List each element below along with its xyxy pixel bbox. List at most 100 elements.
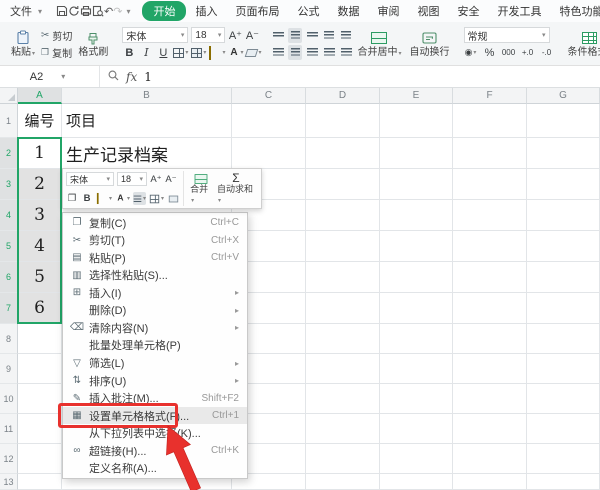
column-header-A[interactable]: A bbox=[18, 88, 62, 104]
row-header-7[interactable]: 7 bbox=[0, 293, 18, 324]
italic-button[interactable]: I bbox=[139, 45, 153, 60]
cell-G13[interactable] bbox=[527, 474, 600, 490]
cell-C2[interactable] bbox=[232, 138, 306, 169]
name-box[interactable]: A2 ▾ bbox=[0, 66, 100, 87]
cell-D1[interactable] bbox=[306, 104, 380, 138]
cell-A1[interactable]: 编号 bbox=[18, 104, 62, 138]
cell-E10[interactable] bbox=[380, 384, 453, 414]
menu-item-选择性粘贴[interactable]: ▥选择性粘贴(S)... bbox=[63, 267, 247, 285]
menu-item-批量处理单元格[interactable]: 批量处理单元格(P) bbox=[63, 337, 247, 355]
number-format-select[interactable]: 常规▾ bbox=[464, 27, 550, 43]
row-header-2[interactable]: 2 bbox=[0, 138, 18, 169]
cell-E6[interactable] bbox=[380, 262, 453, 293]
cell-A2[interactable]: 1 bbox=[18, 138, 62, 169]
row-header-6[interactable]: 6 bbox=[0, 262, 18, 293]
mini-fill-color-button[interactable]: ▾ bbox=[96, 192, 112, 205]
menu-item-插入批注[interactable]: ✎插入批注(M)...Shift+F2 bbox=[63, 389, 247, 407]
cell-G5[interactable] bbox=[527, 231, 600, 262]
row-header-1[interactable]: 1 bbox=[0, 104, 18, 138]
cell-D7[interactable] bbox=[306, 293, 380, 324]
cell-G6[interactable] bbox=[527, 262, 600, 293]
select-all-corner[interactable] bbox=[0, 88, 18, 104]
row-header-3[interactable]: 3 bbox=[0, 169, 18, 200]
mini-eraser-button[interactable] bbox=[167, 192, 179, 205]
align-left-icon[interactable] bbox=[271, 45, 285, 60]
align-middle-icon[interactable] bbox=[288, 28, 302, 43]
menu-item-粘贴[interactable]: ▤粘贴(P)Ctrl+V bbox=[63, 249, 247, 267]
cell-G1[interactable] bbox=[527, 104, 600, 138]
cell-E9[interactable] bbox=[380, 354, 453, 384]
decrease-font-icon[interactable]: A⁻ bbox=[245, 28, 259, 43]
tab-安全[interactable]: 安全 bbox=[448, 1, 488, 21]
mini-decrease-font-icon[interactable]: A⁻ bbox=[165, 173, 177, 186]
cell-D4[interactable] bbox=[306, 200, 380, 231]
mini-bold-button[interactable]: B bbox=[81, 192, 93, 205]
cell-F9[interactable] bbox=[453, 354, 527, 384]
print-icon[interactable] bbox=[80, 3, 92, 19]
cell-F5[interactable] bbox=[453, 231, 527, 262]
cell-A10[interactable] bbox=[18, 384, 62, 414]
format-painter-button[interactable]: 格式刷 bbox=[74, 28, 112, 60]
row-header-12[interactable]: 12 bbox=[0, 444, 18, 474]
underline-button[interactable]: U bbox=[156, 45, 170, 60]
cell-D5[interactable] bbox=[306, 231, 380, 262]
cell-F3[interactable] bbox=[453, 169, 527, 200]
redo-icon[interactable]: ↷ bbox=[113, 3, 122, 19]
cell-E4[interactable] bbox=[380, 200, 453, 231]
menu-item-从下拉列表中选择[interactable]: 从下拉列表中选择(K)... bbox=[63, 424, 247, 442]
cell-D13[interactable] bbox=[306, 474, 380, 490]
paste-button[interactable]: 粘贴▾ bbox=[7, 28, 39, 60]
cell-E8[interactable] bbox=[380, 324, 453, 354]
cell-B1[interactable]: 项目 bbox=[62, 104, 232, 138]
cell-F13[interactable] bbox=[453, 474, 527, 490]
cell-F6[interactable] bbox=[453, 262, 527, 293]
currency-style-button[interactable]: ◉▾ bbox=[464, 45, 478, 60]
cell-E5[interactable] bbox=[380, 231, 453, 262]
cell-A11[interactable] bbox=[18, 414, 62, 444]
cell-A8[interactable] bbox=[18, 324, 62, 354]
cell-F11[interactable] bbox=[453, 414, 527, 444]
cell-D9[interactable] bbox=[306, 354, 380, 384]
print-preview-icon[interactable] bbox=[92, 3, 104, 19]
comma-style-button[interactable]: 000 bbox=[502, 45, 516, 60]
merge-center-button[interactable]: 合并居中▾ bbox=[353, 28, 405, 60]
menu-item-剪切[interactable]: ✂剪切(T)Ctrl+X bbox=[63, 232, 247, 250]
cut-button[interactable]: ✂ 剪切 bbox=[39, 28, 74, 43]
tab-开始[interactable]: 开始 bbox=[142, 1, 186, 21]
tab-开发工具[interactable]: 开发工具 bbox=[488, 1, 550, 21]
mini-format-painter-icon[interactable]: ❐ bbox=[66, 192, 78, 205]
menu-item-清除内容[interactable]: ⌫清除内容(N)▸ bbox=[63, 319, 247, 337]
row-header-9[interactable]: 9 bbox=[0, 354, 18, 384]
font-size-select[interactable]: 18▾ bbox=[191, 27, 225, 43]
copy-button[interactable]: ❐ 复制 bbox=[39, 45, 74, 60]
cell-A9[interactable] bbox=[18, 354, 62, 384]
fx-icon[interactable]: fx bbox=[126, 70, 137, 84]
conditional-format-button[interactable]: 条件格式▾ bbox=[564, 28, 600, 60]
row-header-5[interactable]: 5 bbox=[0, 231, 18, 262]
cell-D6[interactable] bbox=[306, 262, 380, 293]
increase-font-icon[interactable]: A⁺ bbox=[228, 28, 242, 43]
file-chevron-icon[interactable]: ▾ bbox=[38, 7, 42, 16]
cell-G4[interactable] bbox=[527, 200, 600, 231]
row-header-11[interactable]: 11 bbox=[0, 414, 18, 444]
font-name-select[interactable]: 宋体▾ bbox=[122, 27, 188, 43]
cell-B2[interactable]: 生产记录档案 bbox=[62, 138, 232, 169]
menu-item-筛选[interactable]: ▽筛选(L)▸ bbox=[63, 354, 247, 372]
export-pdf-icon[interactable] bbox=[68, 3, 80, 19]
cell-D8[interactable] bbox=[306, 324, 380, 354]
cell-G10[interactable] bbox=[527, 384, 600, 414]
fill-color-button[interactable]: ▾ bbox=[209, 45, 225, 60]
cell-D3[interactable] bbox=[306, 169, 380, 200]
mini-font-color-button[interactable]: A▾ bbox=[115, 192, 130, 205]
row-header-13[interactable]: 13 bbox=[0, 474, 18, 490]
mini-autosum-button[interactable]: Σ 自动求和▾ bbox=[214, 171, 258, 206]
menu-item-排序[interactable]: ⇅排序(U)▸ bbox=[63, 372, 247, 390]
menu-item-删除[interactable]: 删除(D)▸ bbox=[63, 302, 247, 320]
cell-G12[interactable] bbox=[527, 444, 600, 474]
mini-align-center-button[interactable]: ▾ bbox=[133, 192, 146, 205]
mini-font-size-select[interactable]: 18▾ bbox=[117, 172, 147, 186]
bold-button[interactable]: B bbox=[122, 45, 136, 60]
cell-F12[interactable] bbox=[453, 444, 527, 474]
menu-item-复制[interactable]: ❐复制(C)Ctrl+C bbox=[63, 214, 247, 232]
menu-item-插入[interactable]: ⊞插入(I)▸ bbox=[63, 284, 247, 302]
